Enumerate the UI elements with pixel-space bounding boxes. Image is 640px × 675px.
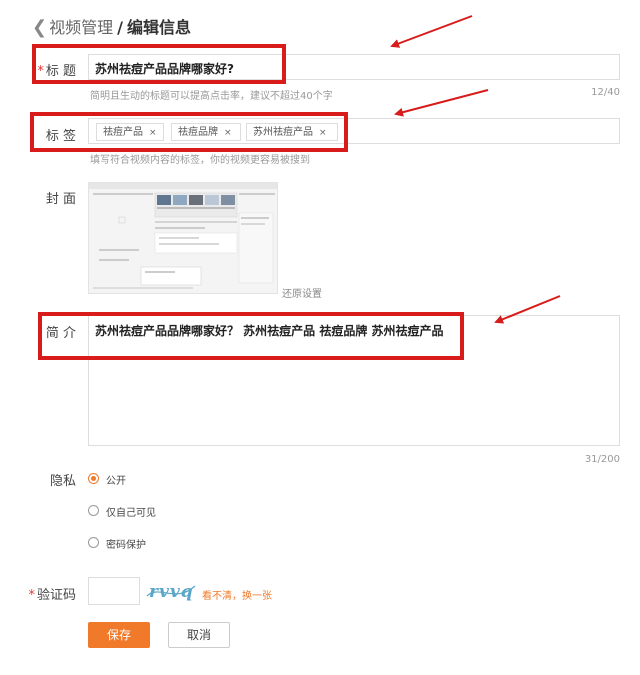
annotation-arrow-title <box>390 15 473 48</box>
annotation-arrow-intro <box>494 295 561 324</box>
annotation-arrow-tags <box>394 89 489 117</box>
annotation-arrows <box>390 15 561 324</box>
